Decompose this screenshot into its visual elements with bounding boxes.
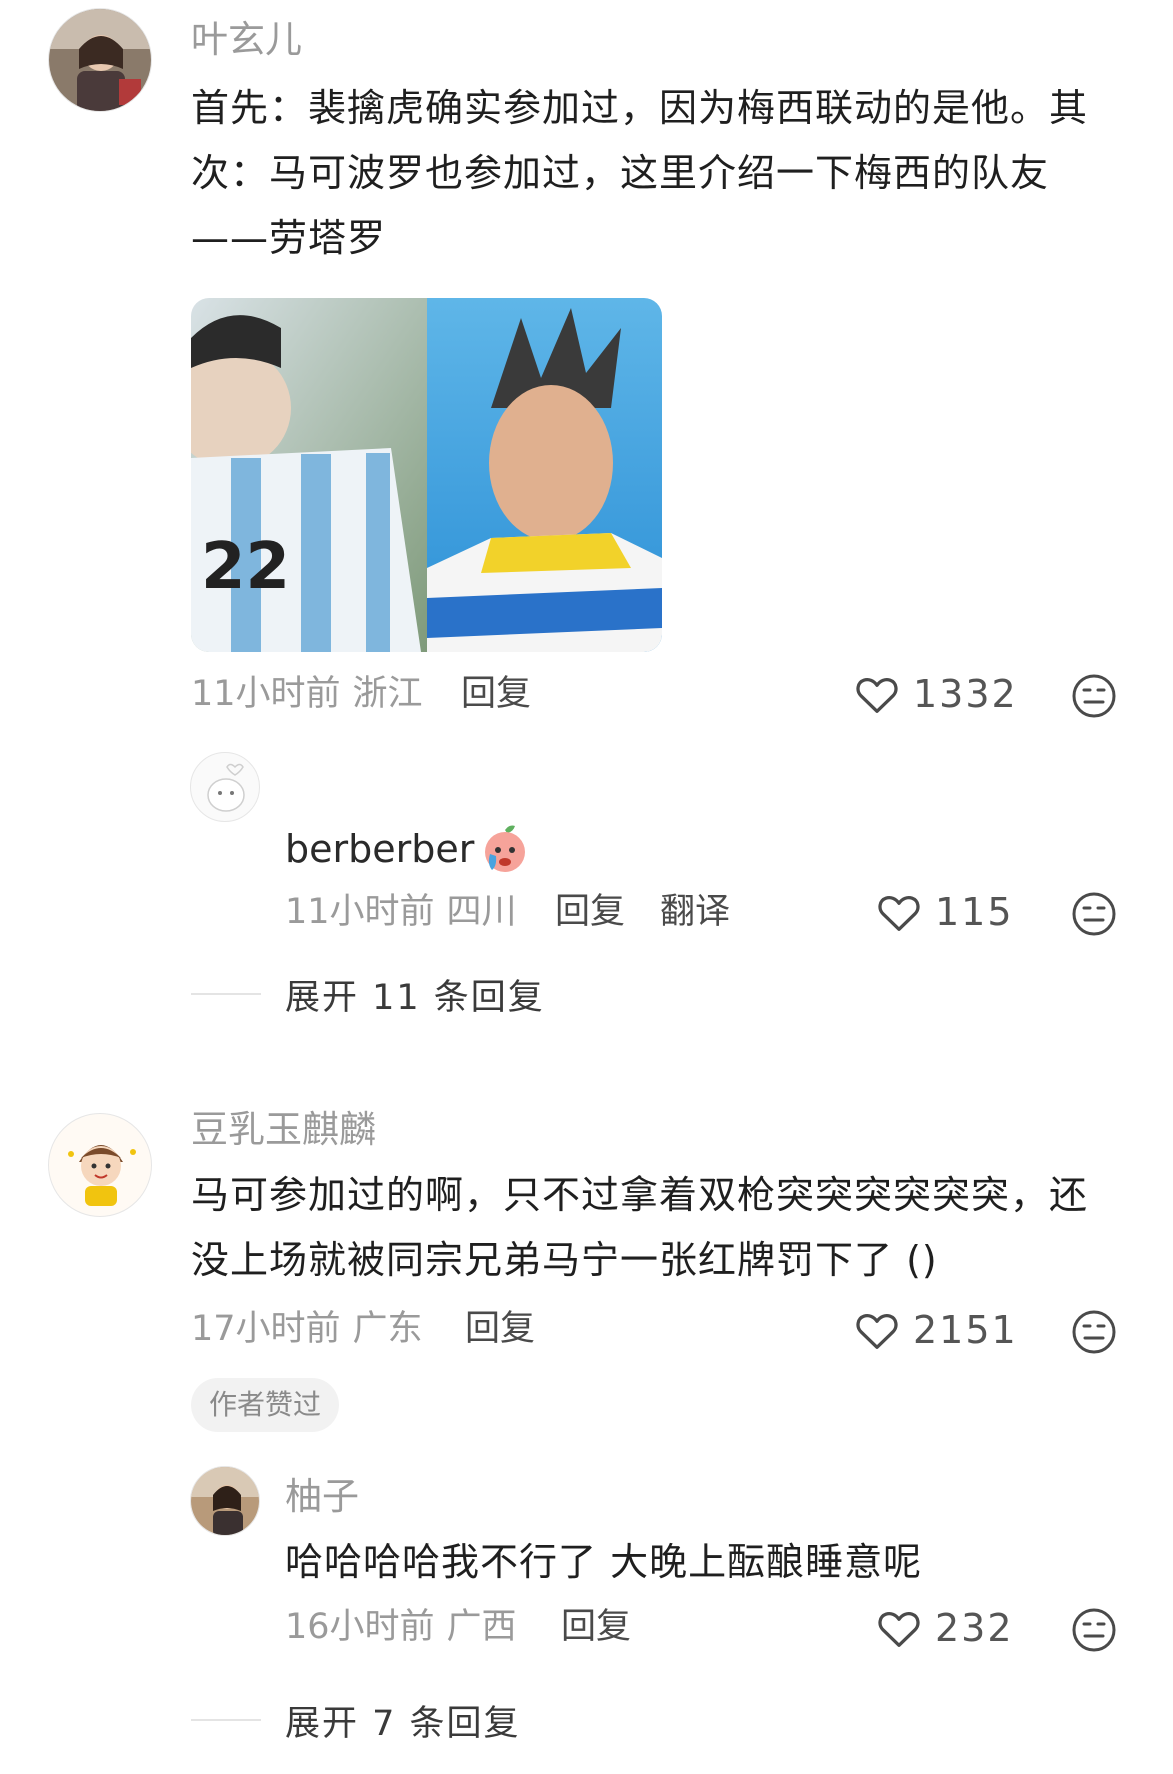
cartoon-avatar xyxy=(207,763,245,812)
divider xyxy=(191,1719,261,1721)
comment-meta: 17小时前 广东 xyxy=(191,1307,423,1351)
divider xyxy=(191,993,261,995)
footballer-vs-hero-image: 22 xyxy=(191,298,662,652)
neutral-face-icon[interactable] xyxy=(1071,1309,1117,1355)
reply-time: 11小时前 xyxy=(285,892,435,932)
comment-location: 浙江 xyxy=(352,674,423,714)
neutral-face-icon[interactable] xyxy=(1071,673,1117,719)
neutral-face-icon[interactable] xyxy=(1071,1607,1117,1653)
reply-location: 广西 xyxy=(446,1607,517,1647)
like-count: 2151 xyxy=(913,1308,1018,1352)
neutral-face-icon[interactable] xyxy=(1071,891,1117,937)
like-button[interactable]: 232 xyxy=(877,1606,1014,1650)
avatar-photo xyxy=(49,9,151,111)
reply-button[interactable]: 回复 xyxy=(561,1605,631,1649)
avatar[interactable] xyxy=(48,1113,152,1217)
like-button[interactable]: 115 xyxy=(877,890,1014,934)
comment-text: 马可参加过的啊，只不过拿着双枪突突突突突突，还没上场就被同宗兄弟马宁一张红牌罚下… xyxy=(191,1173,1089,1282)
like-button[interactable]: 1332 xyxy=(855,672,1018,716)
comment-meta: 11小时前 浙江 xyxy=(191,672,423,716)
reply-location: 四川 xyxy=(446,892,517,932)
author-liked-badge: 作者赞过 xyxy=(191,1378,340,1432)
heart-outline-icon xyxy=(856,1314,898,1349)
reply-username[interactable]: 柚子 xyxy=(285,1475,359,1519)
crying-peach-emoji xyxy=(485,825,526,872)
comment-username[interactable]: 豆乳玉麒麟 xyxy=(191,1108,376,1152)
reply-text: 哈哈哈哈我不行了 大晚上酝酿睡意呢 xyxy=(285,1540,923,1584)
reply-username[interactable]: berberber xyxy=(285,827,474,871)
comment-time: 17小时前 xyxy=(191,1309,341,1349)
svg-text:22: 22 xyxy=(201,530,290,604)
like-count: 1332 xyxy=(913,672,1018,716)
avatar[interactable] xyxy=(48,8,152,112)
reply-button[interactable]: 回复 xyxy=(461,672,531,716)
reply-time: 16小时前 xyxy=(285,1607,435,1647)
comment-text: 首先：裴擒虎确实参加过，因为梅西联动的是他。其次：马可波罗也参加过，这里介绍一下… xyxy=(191,86,1089,260)
avatar[interactable] xyxy=(190,1466,260,1536)
comment-time: 11小时前 xyxy=(191,674,341,714)
heart-outline-icon xyxy=(878,896,920,931)
reply-button[interactable]: 回复 xyxy=(555,890,625,934)
avatar-photo xyxy=(191,1467,259,1535)
expand-replies-label: 展开 7 条回复 xyxy=(285,1703,521,1744)
expand-replies-button[interactable]: 展开 11 条回复 xyxy=(191,970,545,1018)
cartoon-boy-avatar xyxy=(68,1145,136,1206)
reply-button[interactable]: 回复 xyxy=(465,1307,535,1351)
heart-outline-icon xyxy=(878,1612,920,1647)
reply-username-row: berberber xyxy=(285,822,532,876)
like-button[interactable]: 2151 xyxy=(855,1308,1018,1352)
comment-username[interactable]: 叶玄儿 xyxy=(191,18,302,62)
like-count: 115 xyxy=(935,890,1014,934)
expand-replies-label: 展开 11 条回复 xyxy=(285,977,545,1018)
comment-image[interactable]: 22 xyxy=(191,298,662,652)
reply-meta: 11小时前 四川 xyxy=(285,890,517,934)
avatar[interactable] xyxy=(190,752,260,822)
heart-outline-icon xyxy=(856,678,898,713)
comment-location: 广东 xyxy=(352,1309,423,1349)
like-count: 232 xyxy=(935,1606,1014,1650)
expand-replies-button[interactable]: 展开 7 条回复 xyxy=(191,1696,521,1744)
reply-meta: 16小时前 广西 xyxy=(285,1605,517,1649)
translate-button[interactable]: 翻译 xyxy=(660,890,730,934)
